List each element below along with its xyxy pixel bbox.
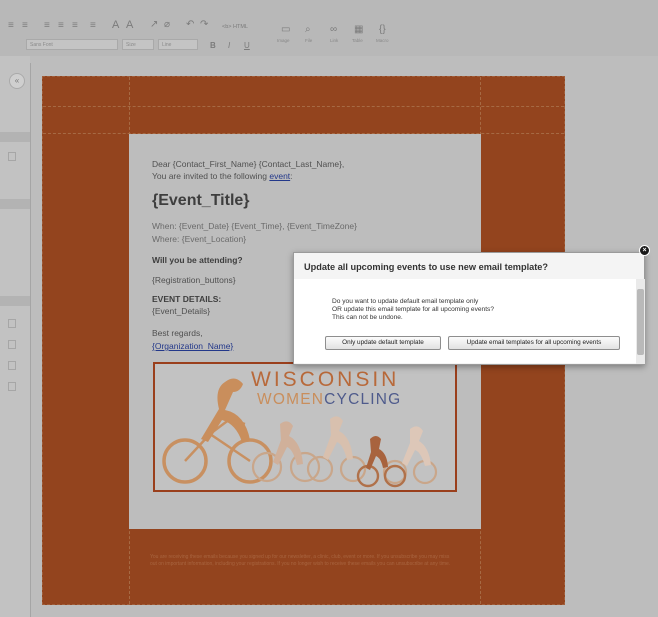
rail-checkbox[interactable]: [8, 152, 16, 161]
logo-women-cycling: WOMENCYCLING: [257, 391, 401, 408]
chevron-left-icon[interactable]: «: [9, 73, 25, 89]
table-icon[interactable]: ▦: [354, 24, 363, 36]
braces-icon[interactable]: {}: [379, 24, 386, 36]
file-label: File: [305, 38, 313, 43]
dialog-message-line-1: Do you want to update default email temp…: [332, 298, 479, 305]
align-center-icon[interactable]: ≡: [22, 20, 28, 32]
wisconsin-women-cycling-logo: WISCONSIN WOMENCYCLING: [153, 362, 457, 492]
font-color-icon[interactable]: A: [112, 19, 119, 31]
event-details-placeholder: {Event_Details}: [152, 306, 211, 316]
dialog-body: Do you want to update default email temp…: [294, 279, 636, 363]
where-line: Where: {Event_Location}: [152, 234, 247, 244]
email-footer: You are receiving these emails because y…: [150, 554, 451, 567]
image-icon[interactable]: ▭: [281, 24, 290, 36]
only-update-default-button[interactable]: Only update default template: [325, 336, 441, 350]
attending-question: Will you be attending?: [152, 255, 243, 265]
size-dropdown[interactable]: Size: [122, 39, 154, 50]
dialog-scrollbar-thumb[interactable]: [637, 289, 644, 355]
justify-icon[interactable]: ≡: [58, 20, 64, 32]
image-label: Image: [277, 38, 290, 43]
font-dropdown[interactable]: Sans Font: [26, 39, 118, 50]
invite-prefix: You are invited to the following: [152, 171, 270, 181]
list-icon[interactable]: ≡: [72, 20, 78, 32]
logo-women: WOMEN: [257, 391, 325, 408]
event-link[interactable]: event: [269, 171, 290, 181]
event-details-heading: EVENT DETAILS:: [152, 294, 222, 304]
link-label: Link: [330, 38, 339, 43]
rail-checkbox[interactable]: [8, 340, 16, 349]
dialog-message-line-2: OR update this email template for all up…: [332, 306, 494, 313]
rail-strip: [0, 199, 30, 209]
italic-button[interactable]: I: [228, 40, 230, 52]
logo-cycling: CYCLING: [324, 391, 402, 408]
undo-icon[interactable]: ↶: [186, 19, 194, 31]
update-template-dialog: Update all upcoming events to use new em…: [293, 252, 645, 365]
dialog-title: Update all upcoming events to use new em…: [304, 262, 549, 272]
logo-wisconsin: WISCONSIN: [251, 368, 400, 391]
underline-button[interactable]: U: [244, 40, 250, 52]
redo-icon[interactable]: ↷: [200, 19, 208, 31]
registration-buttons-placeholder: {Registration_buttons}: [152, 275, 236, 285]
clear-format-icon[interactable]: ⌀: [164, 19, 170, 31]
dialog-message-line-3: This can not be undone.: [332, 314, 403, 321]
guide-line: [43, 106, 564, 107]
indent-icon[interactable]: ≡: [90, 20, 96, 32]
table-label: Table: [352, 38, 363, 43]
rail-strip: [0, 132, 30, 142]
when-line: When: {Event_Date} {Event_Time}, {Event_…: [152, 221, 357, 231]
line-dropdown[interactable]: Line: [158, 39, 198, 50]
rail-checkbox[interactable]: [8, 319, 16, 328]
rail-checkbox[interactable]: [8, 361, 16, 370]
paperclip-icon[interactable]: ⌕: [305, 24, 311, 36]
dialog-scrollbar[interactable]: [636, 279, 645, 364]
closing: Best regards,: [152, 328, 203, 338]
invite-line: You are invited to the following event:: [152, 171, 293, 181]
align-left-icon[interactable]: ≡: [8, 20, 14, 32]
html-button[interactable]: <b> HTML: [222, 21, 248, 33]
bold-button[interactable]: B: [210, 40, 216, 52]
rail-strip: [0, 296, 30, 306]
organization-link[interactable]: {Organization_Name}: [152, 341, 233, 351]
invite-suffix: :: [290, 171, 293, 181]
macro-label: Macro: [376, 38, 389, 43]
align-right-icon[interactable]: ≡: [44, 20, 50, 32]
format-painter-icon[interactable]: ↗: [150, 19, 158, 31]
link-icon[interactable]: ∞: [330, 24, 337, 36]
event-title: {Event_Title}: [152, 192, 250, 209]
greeting: Dear {Contact_First_Name} {Contact_Last_…: [152, 159, 345, 169]
editor-toolbar: ≡ ≡ ≡ ≡ ≡ ≡ A A ↗ ⌀ ↶ ↷ <b> HTML Sans Fo…: [0, 0, 658, 56]
background-color-icon[interactable]: A: [126, 19, 133, 31]
rail-checkbox[interactable]: [8, 382, 16, 391]
close-icon[interactable]: ×: [639, 245, 650, 256]
left-rail: «: [0, 56, 30, 617]
update-all-events-button[interactable]: Update email templates for all upcoming …: [448, 336, 620, 350]
